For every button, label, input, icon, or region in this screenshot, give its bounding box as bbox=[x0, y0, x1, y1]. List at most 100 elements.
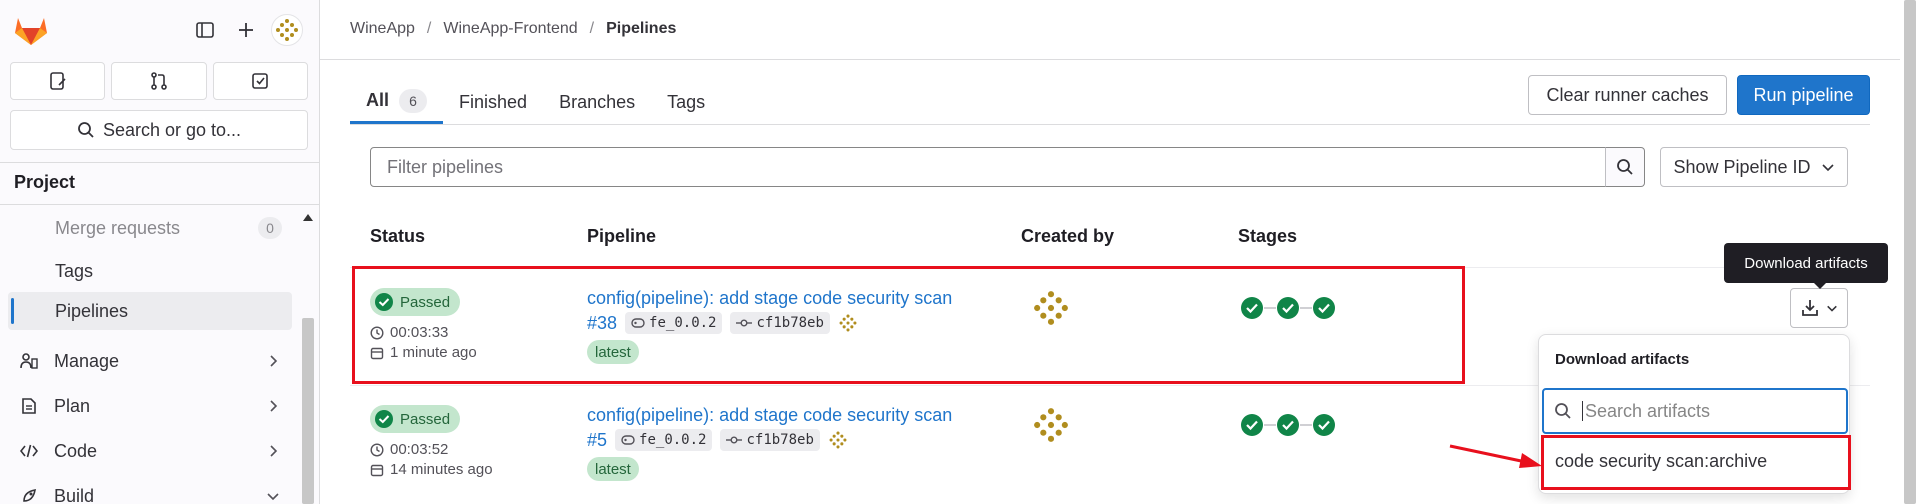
search-icon bbox=[77, 121, 95, 139]
check-circle-icon bbox=[374, 409, 394, 429]
chevron-down-icon bbox=[1821, 160, 1835, 174]
chevron-down-icon bbox=[1826, 302, 1838, 314]
annotation-arrow bbox=[1448, 440, 1544, 470]
tabs-divider bbox=[350, 124, 1870, 125]
column-header-stages: Stages bbox=[1238, 226, 1298, 246]
status-badge[interactable]: Passed bbox=[370, 405, 461, 433]
manage-icon bbox=[20, 352, 38, 370]
column-header-pipeline: Pipeline bbox=[587, 226, 657, 246]
created-by-avatar[interactable] bbox=[1029, 403, 1073, 447]
artifacts-dropdown-title: Download artifacts bbox=[1555, 351, 1690, 368]
sidebar-item-build[interactable]: Build bbox=[8, 477, 292, 504]
stage-connector bbox=[1300, 424, 1312, 426]
gitlab-logo[interactable] bbox=[14, 14, 48, 46]
commit-chip[interactable]: cf1b78eb bbox=[720, 429, 820, 451]
todos-button[interactable] bbox=[212, 62, 308, 100]
issues-button[interactable] bbox=[10, 62, 106, 100]
download-artifacts-tooltip: Download artifacts bbox=[1724, 243, 1888, 289]
commit-author-avatar[interactable] bbox=[828, 430, 848, 450]
breadcrumb-group[interactable]: WineApp bbox=[350, 20, 415, 38]
sidebar-item-label: Manage bbox=[54, 350, 120, 371]
sidebar: Search or go to... Project Merge request… bbox=[0, 0, 320, 504]
user-avatar[interactable] bbox=[271, 14, 303, 46]
sidebar-item-tags[interactable]: Tags bbox=[8, 252, 292, 290]
sidebar-item-label: Merge requests bbox=[55, 217, 181, 238]
show-pipeline-id-dropdown[interactable]: Show Pipeline ID bbox=[1660, 147, 1848, 187]
header-divider bbox=[320, 59, 1900, 60]
merge-requests-button[interactable] bbox=[111, 62, 207, 100]
stage-passed-icon[interactable] bbox=[1312, 413, 1336, 437]
clear-runner-caches-button[interactable]: Clear runner caches bbox=[1528, 75, 1727, 115]
tab-label: Tags bbox=[667, 91, 706, 112]
sidebar-search-label: Search or go to... bbox=[102, 119, 242, 140]
commit-sha: cf1b78eb bbox=[746, 432, 814, 448]
sidebar-item-label: Build bbox=[54, 485, 95, 504]
breadcrumb-separator: / bbox=[589, 20, 595, 37]
search-icon bbox=[1616, 158, 1634, 176]
pipeline-tabs: All 6 Finished Branches Tags bbox=[350, 80, 721, 124]
breadcrumb-current[interactable]: Pipelines bbox=[606, 20, 676, 38]
sidebar-header bbox=[0, 0, 319, 60]
sidebar-item-manage[interactable]: Manage bbox=[8, 342, 292, 380]
tab-label: Finished bbox=[459, 91, 528, 112]
pipeline-id-link[interactable]: #5 bbox=[587, 430, 607, 451]
tab-label: Branches bbox=[559, 91, 636, 112]
status-label: Passed bbox=[400, 410, 451, 428]
sidebar-nav: Merge requests 0 Tags Pipelines Manage P… bbox=[0, 204, 319, 504]
artifacts-search-input[interactable]: Search artifacts bbox=[1542, 388, 1848, 434]
highlight-box-row bbox=[352, 266, 1465, 384]
page-scrollbar[interactable] bbox=[1904, 0, 1916, 504]
sidebar-item-code[interactable]: Code bbox=[8, 432, 292, 470]
download-artifacts-button[interactable] bbox=[1790, 288, 1848, 328]
breadcrumb: WineApp / WineApp-Frontend / Pipelines bbox=[350, 20, 676, 38]
tab-branches[interactable]: Branches bbox=[543, 80, 651, 124]
pipeline-stages bbox=[1240, 413, 1336, 437]
latest-badge: latest bbox=[587, 457, 639, 481]
download-icon bbox=[1800, 298, 1820, 318]
todo-icon bbox=[250, 71, 270, 91]
stage-passed-icon[interactable] bbox=[1240, 413, 1264, 437]
sidebar-scroll-up[interactable] bbox=[303, 214, 313, 221]
sidebar-search-button[interactable]: Search or go to... bbox=[10, 110, 308, 150]
ref-chip[interactable]: fe_0.0.2 bbox=[615, 429, 713, 451]
run-pipeline-button[interactable]: Run pipeline bbox=[1737, 75, 1870, 115]
pipeline-title-link[interactable]: config(pipeline): add stage code securit… bbox=[587, 403, 952, 427]
chevron-down-icon bbox=[266, 489, 280, 503]
sidebar-item-plan[interactable]: Plan bbox=[8, 387, 292, 425]
breadcrumb-project[interactable]: WineApp-Frontend bbox=[443, 20, 577, 38]
sidebar-scrollbar[interactable] bbox=[302, 318, 314, 504]
column-header-status: Status bbox=[370, 226, 426, 246]
filter-pipelines-input[interactable]: Filter pipelines bbox=[370, 147, 1606, 187]
stage-passed-icon[interactable] bbox=[1276, 413, 1300, 437]
chevron-right-icon bbox=[266, 399, 280, 413]
search-icon bbox=[1554, 402, 1572, 420]
clock-icon bbox=[370, 442, 384, 457]
plan-icon bbox=[20, 397, 38, 415]
highlight-box-artifact bbox=[1541, 435, 1851, 490]
column-header-created-by: Created by bbox=[1021, 226, 1115, 246]
sidebar-item-label: Pipelines bbox=[55, 300, 129, 321]
stage-connector bbox=[1264, 424, 1276, 426]
breadcrumb-separator: / bbox=[426, 20, 432, 37]
sidebar-item-label: Tags bbox=[55, 260, 94, 281]
sidebar-divider bbox=[0, 162, 319, 163]
pipeline-refs: #5 fe_0.0.2 cf1b78eb bbox=[587, 429, 848, 451]
sidebar-item-pipelines[interactable]: Pipelines bbox=[8, 292, 292, 330]
tag-icon bbox=[621, 434, 635, 446]
tab-finished[interactable]: Finished bbox=[443, 80, 543, 124]
sidebar-toggle-icon[interactable] bbox=[191, 16, 219, 44]
tab-tags[interactable]: Tags bbox=[651, 80, 721, 124]
ref-name: fe_0.0.2 bbox=[639, 432, 707, 448]
sidebar-item-label: Plan bbox=[54, 395, 91, 416]
issues-icon bbox=[48, 71, 68, 91]
artifacts-search-placeholder: Search artifacts bbox=[1585, 400, 1711, 421]
tab-all[interactable]: All 6 bbox=[350, 80, 444, 124]
commit-icon bbox=[726, 434, 743, 446]
filter-placeholder: Filter pipelines bbox=[387, 156, 504, 177]
filter-search-button[interactable] bbox=[1605, 147, 1645, 187]
pipeline-duration: 00:03:52 bbox=[370, 441, 448, 458]
show-pipeline-id-label: Show Pipeline ID bbox=[1673, 156, 1811, 177]
plus-icon[interactable] bbox=[232, 16, 260, 44]
sidebar-item-merge-requests[interactable]: Merge requests 0 bbox=[8, 209, 292, 247]
pipeline-finished: 14 minutes ago bbox=[370, 461, 493, 478]
